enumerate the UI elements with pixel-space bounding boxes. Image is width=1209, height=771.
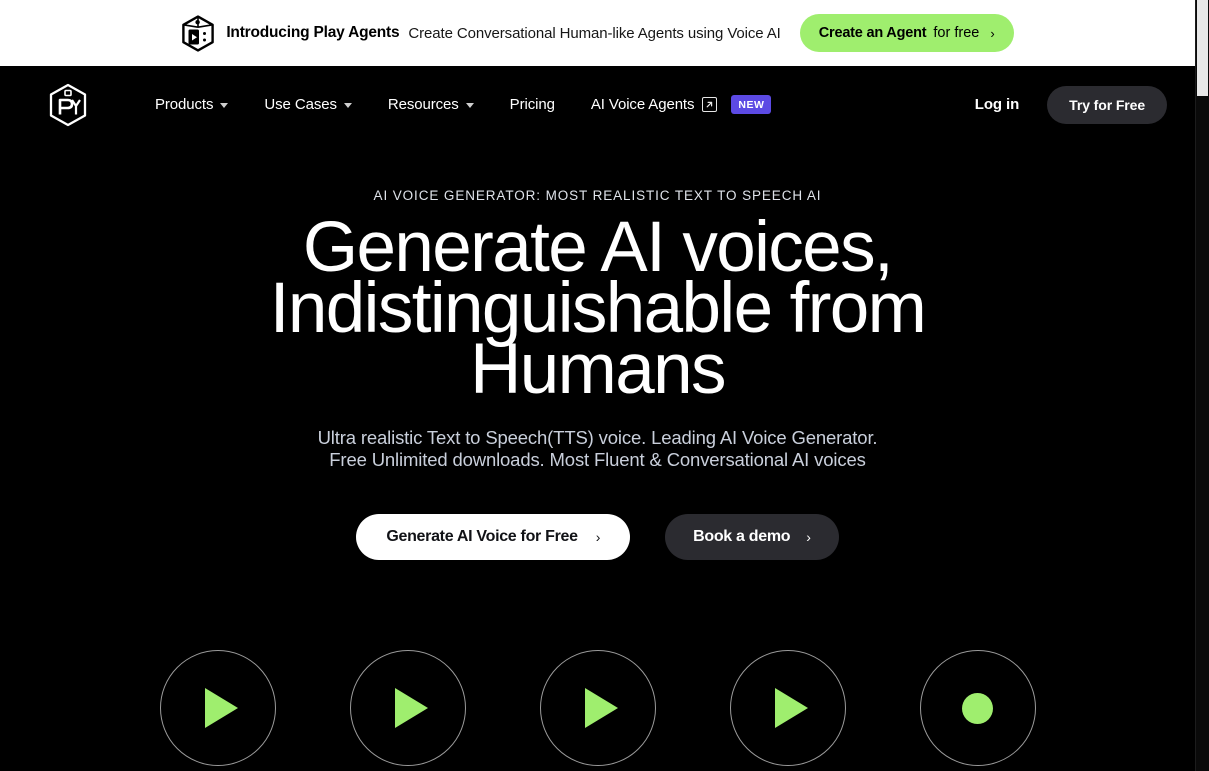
- generate-ai-voice-button[interactable]: Generate AI Voice for Free ›: [356, 514, 631, 560]
- subhead-line-2: Free Unlimited downloads. Most Fluent & …: [329, 449, 866, 470]
- chevron-down-icon: [343, 103, 352, 108]
- hero-subtitle: Ultra realistic Text to Speech(TTS) voic…: [318, 427, 878, 471]
- nav-item-use-cases[interactable]: Use Cases: [246, 88, 369, 121]
- voice-sample-player-3[interactable]: [539, 650, 656, 766]
- nav-item-label: Pricing: [509, 96, 555, 113]
- create-an-agent-button[interactable]: Create an Agent for free ›: [799, 14, 1014, 52]
- play-icon: [775, 688, 808, 728]
- banner-cta-bold-label: Create an Agent: [818, 25, 927, 41]
- voice-sample-player-2[interactable]: [349, 650, 466, 766]
- chevron-right-icon: ›: [595, 529, 601, 545]
- voice-record-button[interactable]: [919, 650, 1036, 766]
- nav-item-label: Resources: [387, 96, 459, 113]
- chevron-right-icon: ›: [990, 25, 995, 41]
- announcement-banner[interactable]: Introducing Play Agents Create Conversat…: [0, 0, 1195, 66]
- voice-sample-player-4[interactable]: [729, 650, 846, 766]
- banner-cta-light-label: for free: [933, 25, 980, 41]
- main-navigation: Products Use Cases Resources Pricing AI …: [0, 66, 1195, 143]
- nav-item-label: Products: [155, 96, 214, 113]
- external-link-icon: [702, 97, 718, 112]
- subhead-line-1: Ultra realistic Text to Speech(TTS) voic…: [317, 427, 878, 448]
- banner-title: Introducing Play Agents: [226, 24, 400, 41]
- voice-sample-players: [0, 650, 1195, 766]
- primary-cta-label: Generate AI Voice for Free: [386, 528, 578, 545]
- login-button[interactable]: Log in: [965, 88, 1029, 121]
- chevron-down-icon: [220, 103, 229, 108]
- playht-cube-logo-icon: [182, 14, 215, 52]
- book-a-demo-button[interactable]: Book a demo ›: [665, 514, 839, 560]
- playht-hex-logo-icon[interactable]: [48, 83, 88, 127]
- hero-eyebrow: AI VOICE GENERATOR: MOST REALISTIC TEXT …: [373, 188, 822, 203]
- nav-item-ai-voice-agents[interactable]: AI Voice Agents NEW: [573, 87, 790, 122]
- vertical-scrollbar[interactable]: [1195, 0, 1209, 771]
- nav-item-label: AI Voice Agents: [590, 96, 695, 113]
- nav-links: Products Use Cases Resources Pricing AI …: [137, 87, 789, 122]
- new-badge: NEW: [731, 95, 772, 114]
- play-icon: [395, 688, 428, 728]
- hero-cta-row: Generate AI Voice for Free › Book a demo…: [356, 514, 839, 560]
- secondary-cta-label: Book a demo: [693, 528, 791, 545]
- try-for-free-button[interactable]: Try for Free: [1047, 85, 1167, 124]
- banner-subtitle: Create Conversational Human-like Agents …: [408, 24, 781, 42]
- headline-line-3: Humans: [470, 330, 726, 409]
- chevron-right-icon: ›: [806, 529, 811, 545]
- nav-item-products[interactable]: Products: [137, 88, 246, 121]
- play-icon: [585, 688, 618, 728]
- page-title: Generate AI voices, Indistinguishable fr…: [270, 212, 927, 405]
- record-icon: [962, 692, 993, 724]
- nav-item-pricing[interactable]: Pricing: [492, 88, 573, 121]
- hero-section: AI VOICE GENERATOR: MOST REALISTIC TEXT …: [0, 143, 1195, 560]
- nav-actions: Log in Try for Free: [965, 85, 1167, 124]
- nav-item-resources[interactable]: Resources: [370, 88, 492, 121]
- nav-item-label: Use Cases: [264, 96, 337, 113]
- page-root: Introducing Play Agents Create Conversat…: [0, 0, 1209, 771]
- play-icon: [205, 688, 238, 728]
- voice-sample-player-1[interactable]: [159, 650, 276, 766]
- chevron-down-icon: [465, 103, 474, 108]
- scrollbar-thumb[interactable]: [1197, 0, 1208, 96]
